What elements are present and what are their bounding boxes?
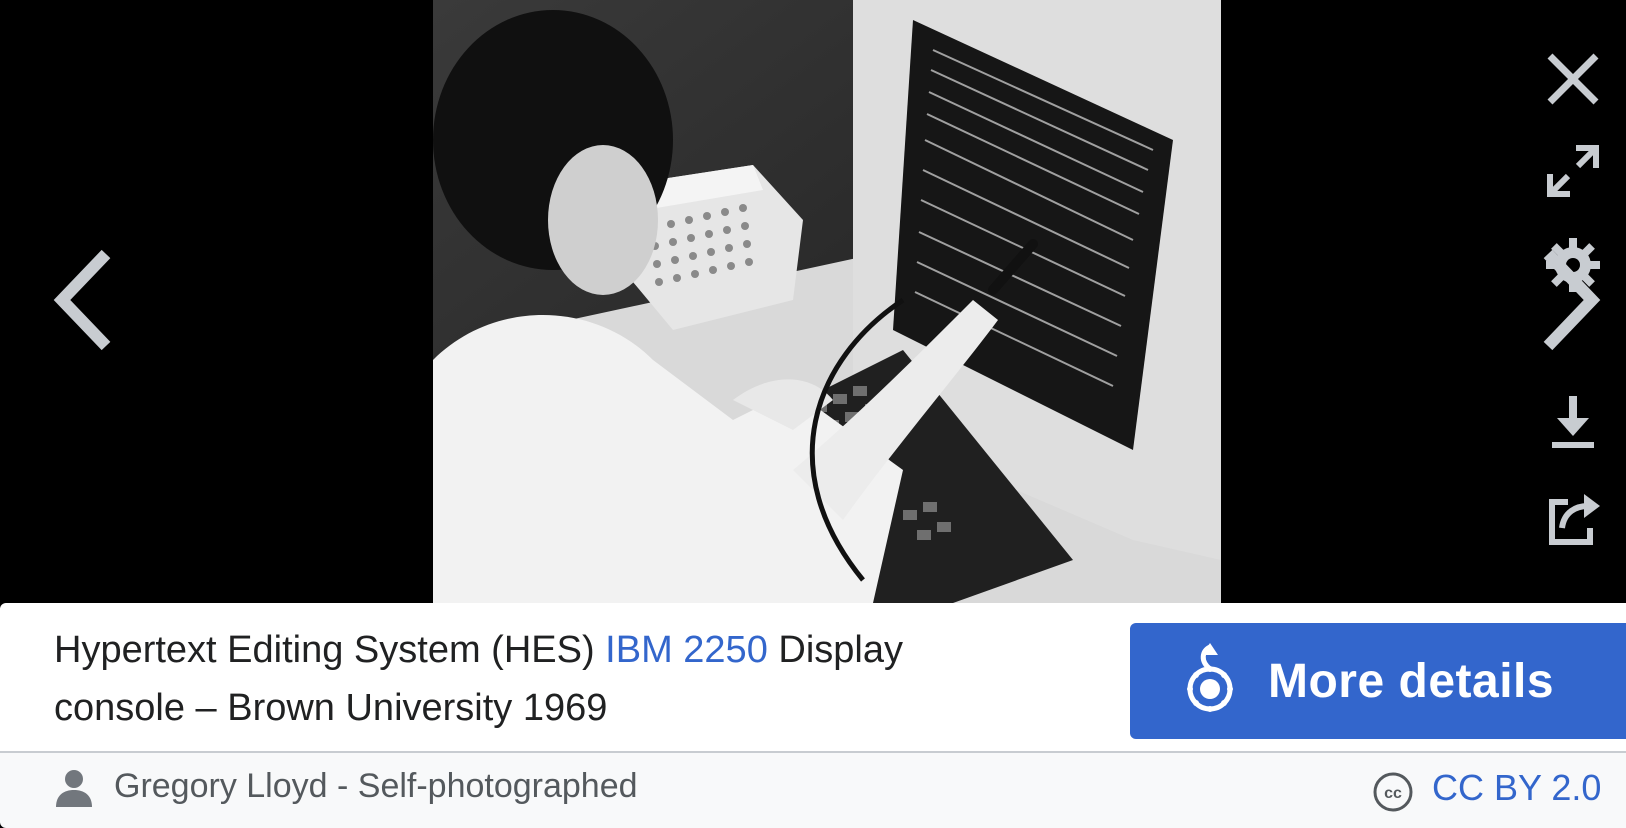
previous-image-button[interactable]: [48, 248, 118, 352]
svg-text:cc: cc: [1384, 785, 1402, 802]
chevron-right-icon: [1543, 249, 1601, 351]
media-viewer: Hypertext Editing System (HES) IBM 2250 …: [0, 0, 1626, 828]
download-button[interactable]: [1540, 388, 1606, 454]
next-image-button[interactable]: [1536, 248, 1606, 352]
attribution-footer: Gregory Lloyd - Self-photographed cc CC …: [0, 751, 1626, 828]
wikimedia-commons-icon: [1187, 643, 1233, 712]
download-icon: [1552, 396, 1594, 448]
author-credit: Gregory Lloyd - Self-photographed: [114, 767, 638, 805]
caption-link[interactable]: IBM 2250: [605, 629, 768, 671]
close-button[interactable]: [1540, 46, 1606, 112]
image-stage: [0, 0, 1626, 603]
share-button[interactable]: [1540, 484, 1606, 550]
caption-text-start: Hypertext Editing System (HES): [54, 629, 606, 671]
user-icon: [56, 770, 92, 807]
fullscreen-icon: [1547, 145, 1599, 197]
license-link[interactable]: CC BY 2.0: [1432, 767, 1601, 809]
more-details-label: More details: [1268, 654, 1555, 708]
creative-commons-icon: cc: [1373, 772, 1413, 812]
image-caption: Hypertext Editing System (HES) IBM 2250 …: [54, 621, 1014, 737]
more-details-button[interactable]: More details: [1130, 623, 1626, 739]
chevron-left-icon: [53, 249, 111, 351]
caption-panel: Hypertext Editing System (HES) IBM 2250 …: [0, 603, 1626, 751]
close-icon: [1547, 53, 1599, 105]
photo: [433, 0, 1221, 603]
fullscreen-button[interactable]: [1540, 138, 1606, 204]
share-icon: [1549, 494, 1600, 545]
